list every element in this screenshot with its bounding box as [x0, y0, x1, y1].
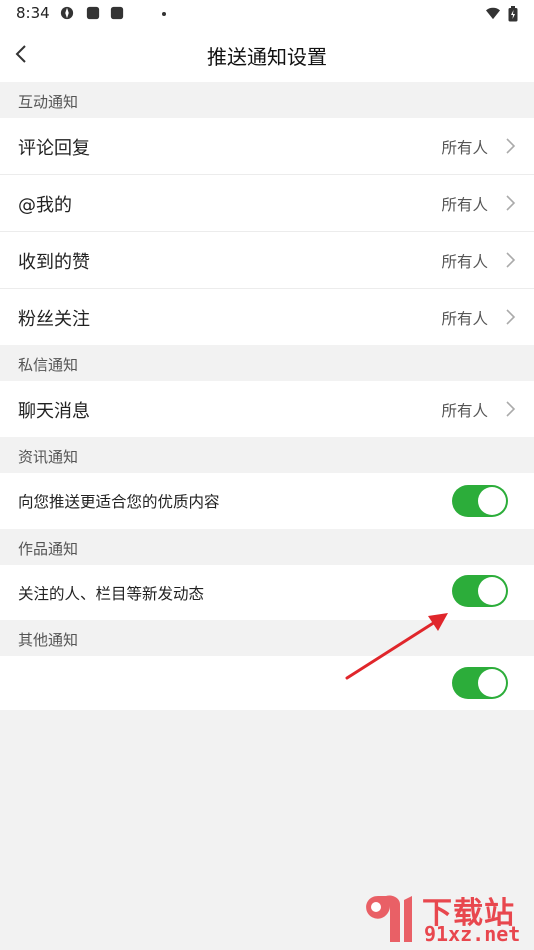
wifi-icon [486, 7, 500, 20]
row-label: 评论回复 [18, 138, 90, 159]
row-label: @我的 [18, 195, 72, 216]
section-header-interaction: 互动通知 [0, 82, 534, 118]
chevron-right-icon [506, 401, 516, 417]
row-mentions[interactable]: @我的 所有人 [0, 175, 534, 231]
following-updates-toggle[interactable] [452, 575, 508, 607]
watermark-text-url: 91xz.net [424, 922, 521, 946]
row-likes-received[interactable]: 收到的赞 所有人 [0, 232, 534, 288]
row-recommended-content: 向您推送更适合您的优质内容 [0, 473, 534, 529]
row-label: 向您推送更适合您的优质内容 [18, 493, 220, 511]
row-label: 粉丝关注 [18, 309, 90, 330]
toggle-knob [478, 577, 506, 605]
row-value: 所有人 [441, 310, 488, 328]
toggle-knob [478, 487, 506, 515]
section-header-news: 资讯通知 [0, 437, 534, 473]
row-chat-messages[interactable]: 聊天消息 所有人 [0, 381, 534, 437]
row-value: 所有人 [441, 253, 488, 271]
chevron-right-icon [506, 138, 516, 154]
status-bar: 8:34 [0, 0, 534, 28]
battery-icon [508, 6, 518, 22]
app-bar: 推送通知设置 [0, 28, 534, 82]
more-notifications-dot [162, 12, 166, 16]
row-label: 聊天消息 [18, 401, 90, 422]
row-label: 收到的赞 [18, 252, 90, 273]
chevron-right-icon [506, 195, 516, 211]
section-header-private-message: 私信通知 [0, 345, 534, 381]
section-header-works: 作品通知 [0, 529, 534, 565]
app-notification-icon [60, 6, 74, 20]
row-comment-reply[interactable]: 评论回复 所有人 [0, 118, 534, 174]
row-following-updates: 关注的人、栏目等新发动态 [0, 565, 534, 621]
section-title: 互动通知 [18, 93, 79, 111]
row-other-notification [0, 656, 534, 710]
section-title: 其他通知 [18, 631, 79, 649]
section-title: 私信通知 [18, 356, 79, 374]
notification-square-icon [86, 6, 100, 20]
row-value: 所有人 [441, 139, 488, 157]
toggle-knob [478, 669, 506, 697]
status-time: 8:34 [16, 4, 50, 22]
chevron-right-icon [506, 252, 516, 268]
recommended-content-toggle[interactable] [452, 485, 508, 517]
section-title: 作品通知 [18, 540, 79, 558]
row-label: 关注的人、栏目等新发动态 [18, 585, 205, 603]
row-new-followers[interactable]: 粉丝关注 所有人 [0, 289, 534, 345]
other-notification-toggle[interactable] [452, 667, 508, 699]
row-value: 所有人 [441, 402, 488, 420]
watermark: 下载站 91xz.net [360, 888, 530, 948]
chevron-right-icon [506, 309, 516, 325]
row-value: 所有人 [441, 196, 488, 214]
page-title: 推送通知设置 [207, 45, 327, 69]
watermark-logo-icon [366, 895, 412, 942]
notification-square-icon-2 [110, 6, 124, 20]
section-title: 资讯通知 [18, 448, 79, 466]
section-header-other: 其他通知 [0, 620, 534, 656]
